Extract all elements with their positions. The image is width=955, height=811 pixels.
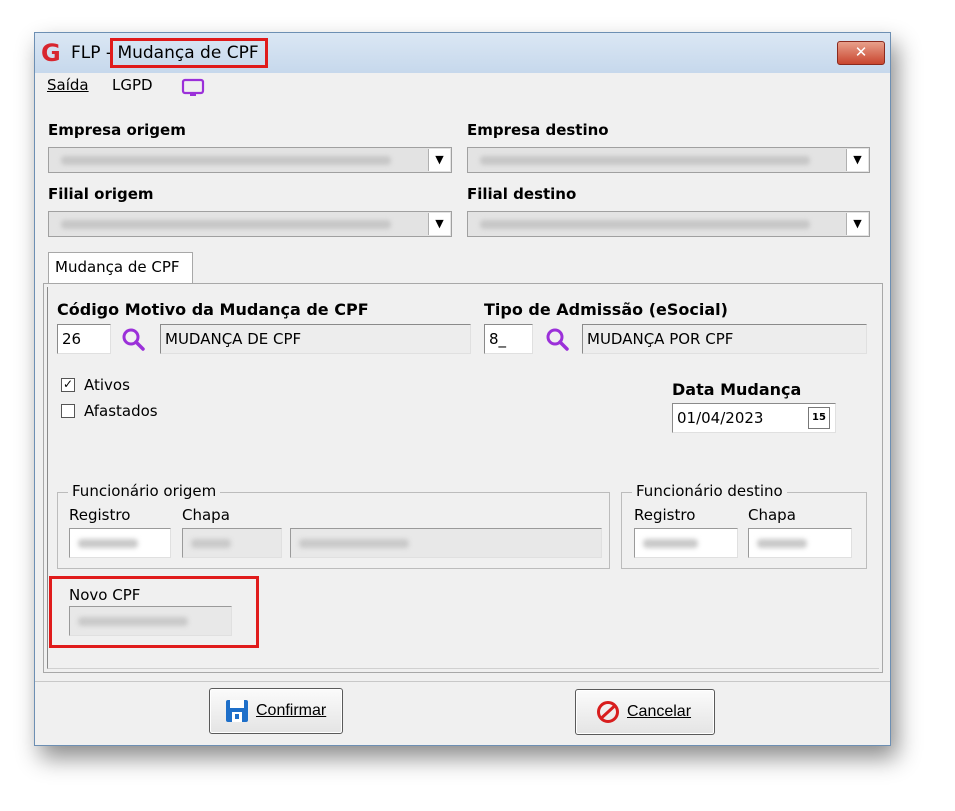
company-origin-label: Empresa origem — [48, 121, 186, 139]
company-dest-label: Empresa destino — [467, 121, 609, 139]
employee-dest-legend: Funcionário destino — [632, 482, 787, 500]
date-value: 01/04/2023 — [677, 409, 764, 427]
main-window: G FLP - Mudança de CPF ✕ Saída LGPD Empr… — [34, 32, 891, 746]
redacted-value — [61, 220, 391, 229]
tab-panel: Código Motivo da Mudança de CPF 26 MUDAN… — [43, 283, 883, 673]
admission-desc-field: MUDANÇA POR CPF — [582, 324, 867, 354]
chevron-down-icon[interactable]: ▼ — [428, 213, 450, 235]
title-highlight-box — [110, 38, 268, 68]
dest-register-field[interactable] — [634, 528, 738, 558]
admission-code-input[interactable]: 8_ — [484, 324, 533, 354]
redacted-value — [78, 539, 138, 548]
cancel-label-text: Cancelar — [627, 703, 692, 720]
dest-register-label: Registro — [634, 506, 696, 524]
branch-dest-select[interactable]: ▼ — [467, 211, 870, 237]
tab-mudanca-cpf[interactable]: Mudança de CPF — [48, 252, 193, 284]
button-bar: Confirmar Cancelar — [35, 681, 890, 746]
date-label: Data Mudança — [672, 380, 802, 399]
dest-badge-field — [748, 528, 852, 558]
confirm-button[interactable]: Confirmar — [209, 688, 343, 734]
chevron-down-icon[interactable]: ▼ — [846, 149, 868, 171]
reason-code-input[interactable]: 26 — [57, 324, 111, 354]
redacted-value — [299, 539, 409, 548]
search-icon[interactable] — [544, 326, 570, 352]
active-label: Ativos — [84, 376, 130, 394]
app-name: FLP - — [71, 43, 113, 63]
branch-dest-label: Filial destino — [467, 185, 577, 203]
redacted-value — [191, 539, 231, 548]
away-checkbox[interactable] — [61, 404, 75, 418]
origin-name-field — [290, 528, 602, 558]
menu-lgpd-label: LGPD — [112, 76, 153, 94]
redacted-value — [480, 220, 810, 229]
menu-lgpd[interactable]: LGPD — [112, 76, 153, 94]
cancel-label: Cancelar — [627, 703, 691, 721]
search-icon[interactable] — [120, 326, 146, 352]
origin-register-field[interactable] — [69, 528, 171, 558]
employee-origin-legend: Funcionário origem — [68, 482, 221, 500]
origin-register-label: Registro — [69, 506, 131, 524]
branch-origin-select[interactable]: ▼ — [48, 211, 452, 237]
chevron-down-icon[interactable]: ▼ — [428, 149, 450, 171]
menu-exit-label: Saída — [47, 76, 89, 94]
menu-exit[interactable]: Saída — [47, 76, 89, 94]
branch-origin-label: Filial origem — [48, 185, 154, 203]
floppy-disk-icon — [226, 700, 248, 722]
redacted-value — [643, 539, 698, 548]
redacted-value — [480, 156, 810, 165]
close-button[interactable]: ✕ — [837, 41, 885, 65]
calendar-icon[interactable]: 15 — [808, 407, 830, 429]
dest-badge-label: Chapa — [748, 506, 796, 524]
origin-badge-field — [182, 528, 282, 558]
redacted-value — [757, 539, 807, 548]
admission-label: Tipo de Admissão (eSocial) — [484, 300, 728, 319]
away-label: Afastados — [84, 402, 158, 420]
active-checkbox[interactable]: ✓ — [61, 378, 75, 392]
reason-label: Código Motivo da Mudança de CPF — [57, 300, 369, 319]
cancel-button[interactable]: Cancelar — [575, 689, 715, 735]
company-origin-select[interactable]: ▼ — [48, 147, 452, 173]
title-bar: G FLP - Mudança de CPF ✕ — [35, 33, 890, 73]
monitor-icon[interactable] — [181, 78, 205, 98]
redacted-value — [78, 617, 188, 626]
redacted-value — [61, 156, 391, 165]
reason-desc-field: MUDANÇA DE CPF — [160, 324, 471, 354]
company-dest-select[interactable]: ▼ — [467, 147, 870, 173]
new-cpf-field — [69, 606, 232, 636]
flp-logo-icon: G — [41, 39, 61, 67]
origin-badge-label: Chapa — [182, 506, 230, 524]
confirm-label: Confirmar — [256, 702, 326, 720]
new-cpf-label: Novo CPF — [69, 586, 141, 604]
chevron-down-icon[interactable]: ▼ — [846, 213, 868, 235]
cancel-icon — [597, 701, 619, 723]
confirm-label-text: Confirmar — [256, 702, 327, 719]
